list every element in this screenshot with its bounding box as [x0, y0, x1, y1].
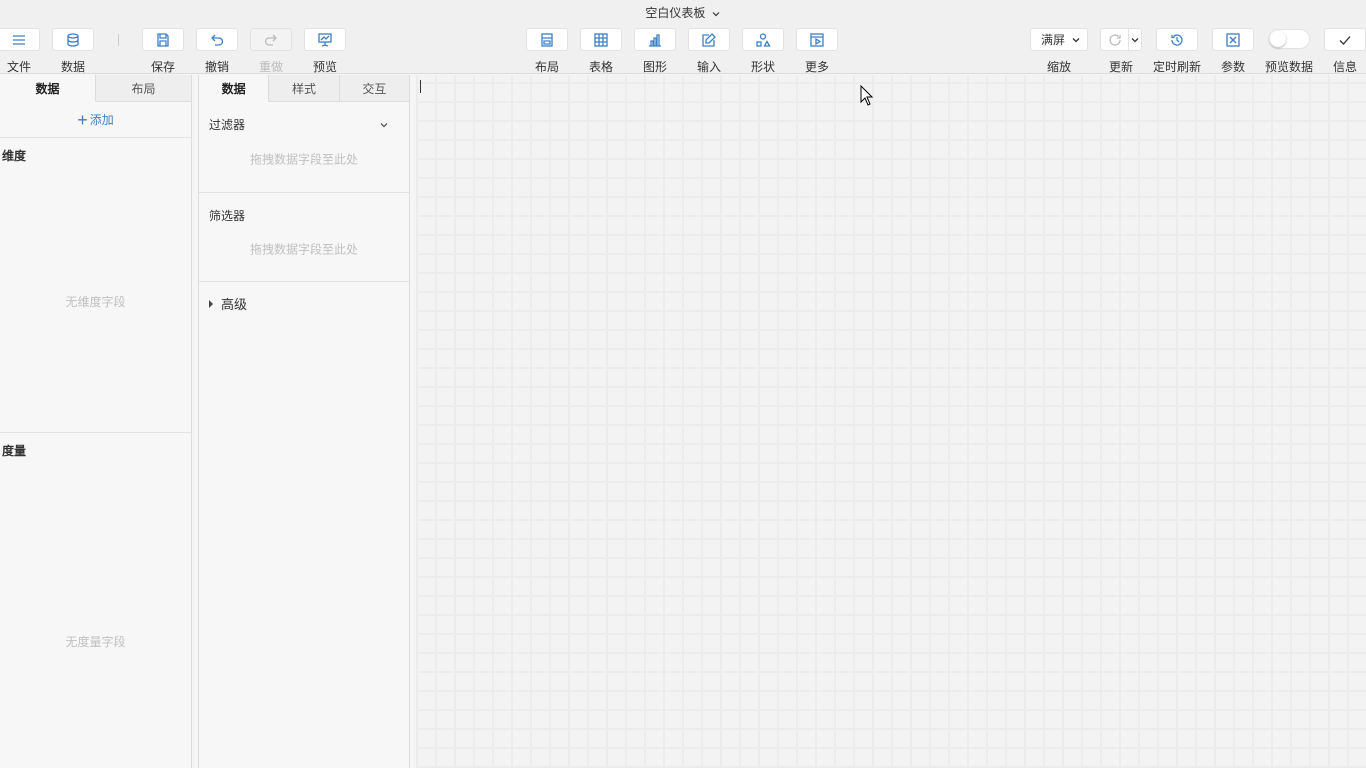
tab-interaction[interactable]: 交互	[339, 75, 409, 101]
menu-icon	[13, 34, 25, 45]
measures-empty-text: 无度量字段	[65, 635, 126, 649]
parameter-icon	[1226, 32, 1240, 47]
shape-label: 形状	[750, 60, 775, 74]
file-label: 文件	[6, 60, 31, 74]
zoom-label: 缩放	[1046, 60, 1071, 74]
tab-data[interactable]: 数据	[0, 75, 96, 102]
zoom-value: 满屏	[1041, 33, 1066, 47]
table-label: 表格	[588, 60, 613, 74]
refresh-button[interactable]: 更新	[1099, 28, 1143, 75]
save-button[interactable]: 保存	[141, 28, 185, 75]
clock-history-icon	[1171, 33, 1183, 46]
play-box-icon	[810, 32, 824, 47]
data-label: 数据	[60, 60, 85, 74]
save-label: 保存	[150, 60, 175, 74]
params-button[interactable]: 参数	[1211, 28, 1255, 75]
chart-label: 图形	[642, 60, 667, 74]
advanced-toggle[interactable]: 高级	[199, 282, 409, 313]
zoom-select[interactable]: 满屏 缩放	[1029, 28, 1089, 75]
toggle-knob	[1270, 31, 1286, 47]
undo-label: 撤销	[204, 60, 229, 74]
shapes-icon	[756, 32, 771, 47]
refresh-icon	[1108, 33, 1121, 46]
dashboard-title-text: 空白仪表板	[645, 6, 706, 20]
layout-button[interactable]: 布局	[525, 28, 569, 75]
selector-title: 筛选器	[209, 209, 246, 223]
dimensions-title: 维度	[2, 149, 27, 163]
tab-style[interactable]: 样式	[269, 75, 340, 101]
properties-tabs: 数据 样式 交互	[199, 75, 409, 102]
measures-title: 度量	[2, 444, 27, 458]
preview-data-toggle[interactable]: 预览数据	[1265, 28, 1314, 75]
edit-icon	[702, 32, 716, 47]
redo-icon	[264, 34, 277, 46]
refresh-action[interactable]	[1101, 29, 1129, 50]
add-label: 添加	[89, 113, 114, 127]
check-icon	[1339, 35, 1351, 45]
measures-section: 度量 无度量字段	[0, 433, 191, 763]
data-source-panel: 数据 布局 + 添加 维度 无维度字段 度量 无度量字段	[0, 75, 192, 768]
caret-right-icon	[209, 299, 213, 308]
undo-button[interactable]: 撤销	[195, 28, 239, 75]
selector-drop-zone[interactable]: 拖拽数据字段至此处	[199, 241, 409, 258]
table-icon	[594, 32, 608, 47]
shape-button[interactable]: 形状	[741, 28, 785, 75]
input-button[interactable]: 输入	[687, 28, 731, 75]
chevron-down-icon	[1072, 37, 1080, 42]
dashboard-title[interactable]: 空白仪表板	[0, 4, 1366, 21]
presentation-icon	[318, 32, 332, 47]
dimensions-section: 维度 无维度字段	[0, 138, 191, 433]
properties-panel: 数据 样式 交互 过滤器 拖拽数据字段至此处 筛选器 拖拽数据字段至此处 高级	[198, 75, 410, 768]
dimensions-empty-text: 无维度字段	[65, 295, 126, 309]
more-button[interactable]: 更多	[795, 28, 839, 75]
layout-icon	[541, 32, 553, 47]
chart-button[interactable]: 图形	[633, 28, 677, 75]
info-label: 信息	[1332, 60, 1357, 74]
timed-refresh-label: 定时刷新	[1153, 60, 1202, 74]
redo-label: 重做	[258, 60, 283, 74]
selector-section: 筛选器 拖拽数据字段至此处	[199, 193, 409, 282]
timed-refresh-button[interactable]: 定时刷新	[1153, 28, 1202, 75]
dashboard-canvas[interactable]	[416, 75, 1366, 768]
database-icon	[67, 32, 79, 47]
filter-section: 过滤器 拖拽数据字段至此处	[199, 102, 409, 193]
layout-label: 布局	[534, 60, 559, 74]
top-toolbar: 空白仪表板 文件 数据 保存 撤销 重做 预览 布局 表格 图形 输入 形状 更…	[0, 0, 1366, 74]
file-menu-button[interactable]: 文件	[0, 28, 41, 75]
tab-data[interactable]: 数据	[199, 75, 270, 102]
filter-title: 过滤器	[209, 118, 246, 132]
tab-layout[interactable]: 布局	[96, 75, 191, 101]
chevron-down-icon	[1131, 37, 1139, 42]
bar-chart-icon	[649, 33, 661, 47]
plus-icon: +	[77, 109, 88, 130]
chevron-down-icon	[712, 11, 720, 17]
undo-icon	[211, 34, 224, 46]
preview-label: 预览	[312, 60, 337, 74]
info-button[interactable]: 信息	[1323, 28, 1366, 75]
refresh-dropdown[interactable]	[1129, 35, 1141, 45]
more-label: 更多	[804, 60, 829, 74]
data-button[interactable]: 数据	[51, 28, 95, 75]
redo-button[interactable]: 重做	[249, 28, 293, 75]
advanced-title: 高级	[221, 297, 248, 312]
preview-button[interactable]: 预览	[303, 28, 347, 75]
params-label: 参数	[1220, 60, 1245, 74]
add-data-button[interactable]: + 添加	[0, 102, 191, 138]
toolbar-divider	[118, 34, 119, 46]
chevron-down-icon[interactable]	[379, 120, 389, 130]
preview-data-label: 预览数据	[1265, 60, 1314, 74]
save-icon	[157, 32, 169, 47]
mouse-cursor-icon	[860, 85, 874, 106]
refresh-label: 更新	[1108, 60, 1133, 74]
filter-drop-zone[interactable]: 拖拽数据字段至此处	[199, 151, 409, 168]
left-panel-tabs: 数据 布局	[0, 75, 191, 102]
preview-data-switch[interactable]	[1268, 29, 1310, 49]
table-button[interactable]: 表格	[579, 28, 623, 75]
text-caret	[420, 80, 421, 93]
input-label: 输入	[696, 60, 721, 74]
